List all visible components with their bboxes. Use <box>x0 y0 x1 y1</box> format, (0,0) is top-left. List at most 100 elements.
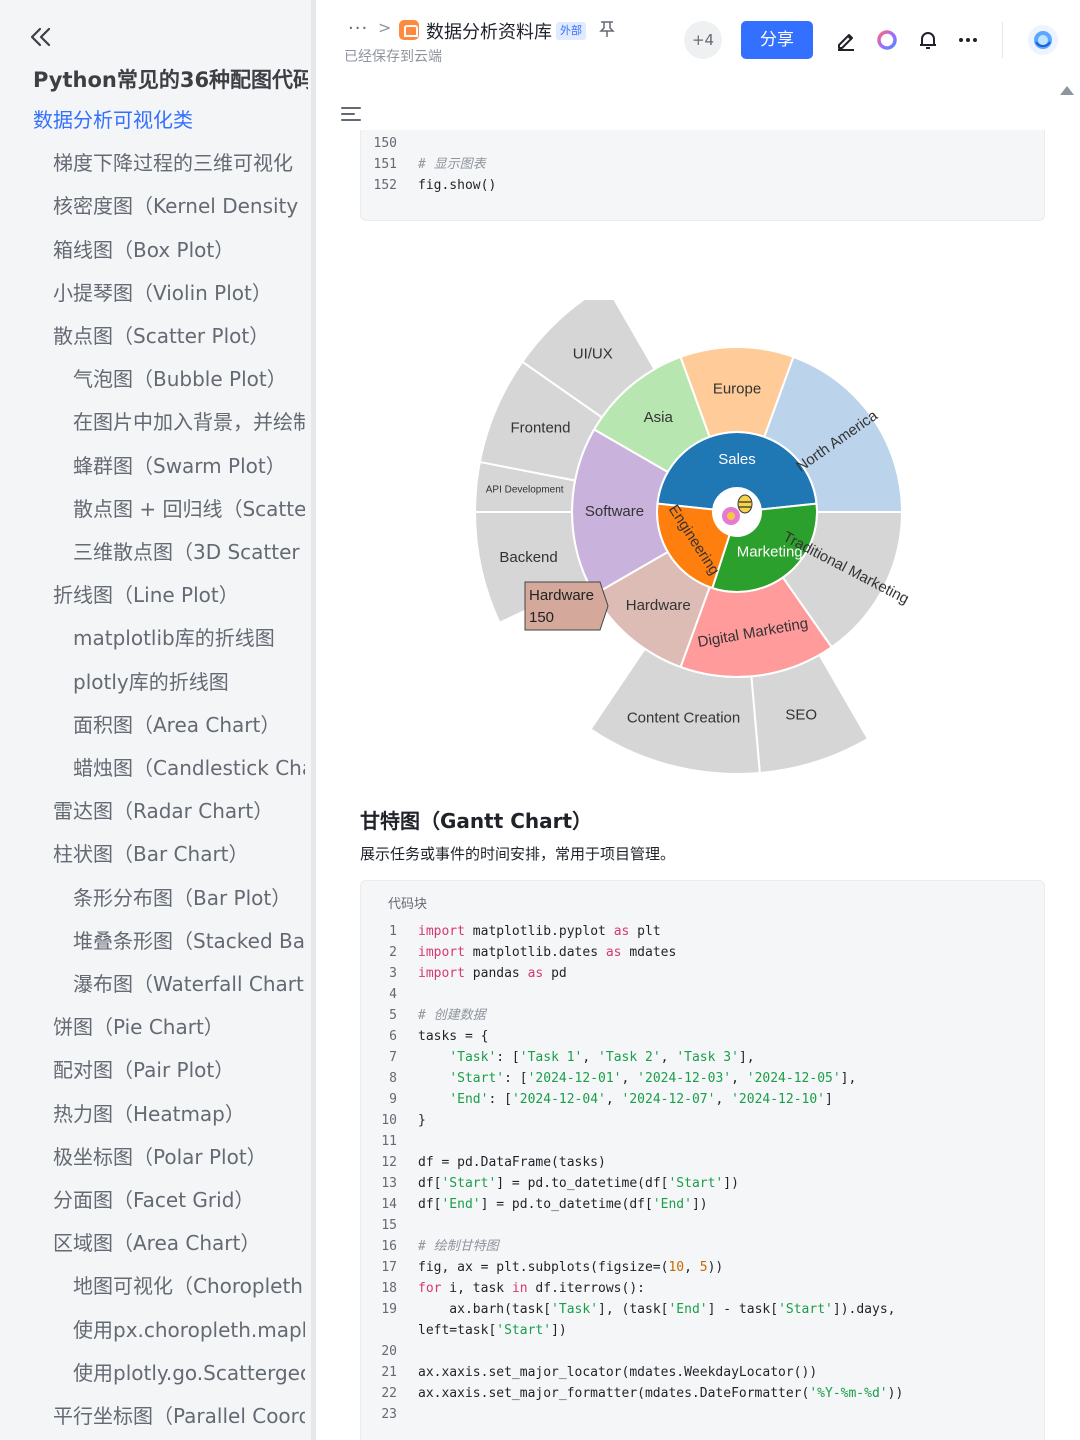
code-block-gantt[interactable]: 代码块 1 import matplotlib.pyplot as plt 2 imp… <box>360 880 1045 1440</box>
bell-icon[interactable] <box>916 28 940 52</box>
code-token: 10 <box>668 1260 685 1275</box>
code-line: 11 <box>361 1131 1041 1152</box>
code-token: df[ <box>418 1197 442 1212</box>
outline-item[interactable]: 平行坐标图（Parallel Coordir <box>0 1396 305 1436</box>
code-token: import <box>418 966 465 981</box>
code-token: '2024-12-07' <box>621 1092 716 1107</box>
outline-item[interactable]: 核密度图（Kernel Density Pl <box>0 186 305 226</box>
outline-item[interactable]: 堆叠条形图（Stacked Bar <box>0 921 305 961</box>
outline-item[interactable]: 折线图（Line Plot） <box>0 575 305 615</box>
save-status: 已经保存到云端 <box>344 49 442 65</box>
code-token: 'Task 1' <box>519 1050 583 1065</box>
outline-item[interactable]: 散点图（Scatter Plot） <box>0 316 305 356</box>
outline-item[interactable]: 梯度下降过程的三维可视化 <box>0 143 305 183</box>
outline-item[interactable]: 小提琴图（Violin Plot） <box>0 273 305 313</box>
line-number: 150 <box>373 136 397 151</box>
outline-title[interactable]: Python常见的36种配图代码 <box>33 64 308 94</box>
outline-item[interactable]: 三维散点图（3D Scatter P <box>0 532 305 572</box>
code-text: # 绘制甘特图 <box>418 1236 499 1257</box>
outline-toggle-icon[interactable] <box>340 104 362 124</box>
outline-item[interactable]: 使用px.choropleth.mapbox <box>0 1310 305 1350</box>
line-number: 19 <box>381 1302 397 1317</box>
code-token: , <box>660 1050 677 1065</box>
code-token: )) <box>707 1260 724 1275</box>
outline-item[interactable]: 地图可视化（Choropleth M <box>0 1266 305 1306</box>
line-number: 10 <box>381 1113 397 1128</box>
outline-item[interactable]: 热力图（Heatmap） <box>0 1094 305 1134</box>
line-number: 17 <box>381 1260 397 1275</box>
outline-item[interactable]: 蜡烛图（Candlestick Chart <box>0 748 305 788</box>
scroll-up-arrow-icon[interactable] <box>1060 86 1074 95</box>
code-line: 1 import matplotlib.pyplot as plt <box>361 921 1041 942</box>
code-text: ax.xaxis.set_major_locator(mdates.Weekda… <box>418 1362 817 1383</box>
collapse-sidebar-icon[interactable] <box>24 20 58 54</box>
outline-item[interactable]: 雷达图（Radar Chart） <box>0 791 305 831</box>
sunburst-label: API Development <box>486 484 564 495</box>
code-token: # 绘制甘特图 <box>418 1239 499 1254</box>
chart-tooltip: Hardware 150 <box>524 581 609 631</box>
line-number: 8 <box>389 1071 397 1086</box>
outline-item[interactable]: 使用plotly.go.Scattergeo <box>0 1353 305 1393</box>
code-block[interactable]: 150 151 # 显示图表 152 fig.show() <box>360 130 1045 221</box>
outline-item[interactable]: 散点图 + 回归线（Scatter <box>0 489 305 529</box>
code-token: )) <box>887 1386 904 1401</box>
section-heading: 甘特图（Gantt Chart） <box>360 809 593 833</box>
collaborators-more-button[interactable]: +4 <box>684 21 722 59</box>
sunburst-label: SEO <box>785 707 817 724</box>
share-button[interactable]: 分享 <box>741 21 813 59</box>
code-token: pd <box>543 966 567 981</box>
code-line: 18 for i, task in df.iterrows(): <box>361 1278 1041 1299</box>
outline-item[interactable]: 分面图（Facet Grid） <box>0 1180 305 1220</box>
outline-item[interactable]: plotly库的折线图 <box>0 662 305 702</box>
code-line: 8 'Start': ['2024-12-01', '2024-12-03', … <box>361 1068 1041 1089</box>
document-title[interactable]: 数据分析资料库 <box>426 18 552 44</box>
outline-item[interactable]: 在图片中加入背景，并绘制 <box>0 402 305 442</box>
code-text: fig.show() <box>418 175 496 196</box>
outline-item[interactable]: 条形分布图（Bar Plot） <box>0 878 305 918</box>
code-text: 'Start': ['2024-12-01', '2024-12-03', '2… <box>418 1068 856 1089</box>
outline-item[interactable]: 蜂群图（Swarm Plot） <box>0 446 305 486</box>
code-token: '%Y-%m-%d' <box>809 1386 888 1401</box>
outline-item[interactable]: 配对图（Pair Plot） <box>0 1050 305 1090</box>
tooltip-value: 150 <box>529 609 554 626</box>
code-token: ] = pd.to_datetime(df[ <box>496 1176 669 1191</box>
code-line: 5 # 创建数据 <box>361 1005 1041 1026</box>
line-number: 9 <box>389 1092 397 1107</box>
line-number: 2 <box>389 945 397 960</box>
copilot-icon[interactable] <box>1027 24 1059 56</box>
code-token: , <box>621 1071 638 1086</box>
code-token: : [ <box>488 1092 512 1107</box>
pin-icon[interactable] <box>599 20 615 38</box>
code-token: 'Start' <box>496 1323 552 1338</box>
outline-item[interactable]: 面积图（Area Chart） <box>0 705 305 745</box>
code-line: 151 # 显示图表 <box>361 154 1041 175</box>
code-token: fig, ax = plt.subplots(figsize=( <box>418 1260 669 1275</box>
outline-item[interactable]: 瀑布图（Waterfall Chart） <box>0 964 305 1004</box>
outline-item[interactable]: 区域图（Area Chart） <box>0 1223 305 1263</box>
code-line: left=task['Start']) <box>361 1320 1041 1341</box>
line-number: 3 <box>389 966 397 981</box>
code-token: 'End' <box>668 1302 708 1317</box>
code-line: 14 df['End'] = pd.to_datetime(df['End']) <box>361 1194 1041 1215</box>
outline-item[interactable]: 柱状图（Bar Chart） <box>0 834 305 874</box>
more-options-icon[interactable] <box>956 28 980 52</box>
outline-item[interactable]: matplotlib库的折线图 <box>0 618 305 658</box>
code-line: 152 fig.show() <box>361 175 1041 196</box>
outline-item[interactable]: 极坐标图（Polar Plot） <box>0 1137 305 1177</box>
outline-item[interactable]: 饼图（Pie Chart） <box>0 1007 305 1047</box>
code-token: df[ <box>418 1176 442 1191</box>
code-token: ], (task[ <box>598 1302 669 1317</box>
code-token: mdates <box>621 945 677 960</box>
code-token: 5 <box>699 1260 708 1275</box>
outline-item[interactable]: 箱线图（Box Plot） <box>0 230 305 270</box>
code-line: 7 'Task': ['Task 1', 'Task 2', 'Task 3']… <box>361 1047 1041 1068</box>
sunburst-label: Frontend <box>510 420 570 437</box>
outline-item[interactable]: 气泡图（Bubble Plot） <box>0 359 305 399</box>
code-token: ]) <box>723 1176 739 1191</box>
sidebar-resize-handle[interactable] <box>311 0 316 1440</box>
breadcrumb-more-button[interactable]: ··· <box>348 18 368 39</box>
outline-item[interactable]: 数据分析可视化类 <box>0 100 305 140</box>
ai-assistant-icon[interactable] <box>875 28 899 52</box>
edit-icon[interactable] <box>834 28 858 52</box>
